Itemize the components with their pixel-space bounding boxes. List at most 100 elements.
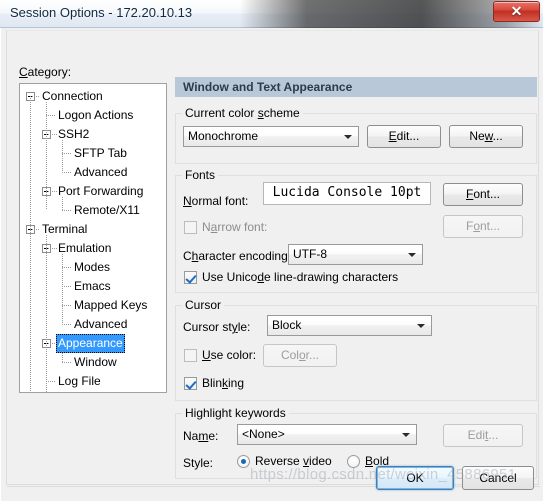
group-highlight-title: Highlight keywords	[182, 406, 289, 420]
tree-item-terminal[interactable]: Terminal	[20, 220, 166, 239]
tree-item-label: Emulation	[58, 241, 112, 255]
tree-item-window[interactable]: Window	[20, 353, 166, 372]
radio-dot	[347, 455, 360, 468]
tree-item-ssh2[interactable]: SSH2	[20, 125, 166, 144]
tree-item-label: Appearance	[56, 334, 125, 353]
tree-item-sftp-tab[interactable]: SFTP Tab	[20, 144, 166, 163]
tree-item-label: Remote/X11	[74, 203, 140, 217]
group-fonts-title: Fonts	[182, 168, 219, 182]
tree-connector	[46, 381, 56, 382]
tree-connector	[46, 191, 58, 192]
tree-item-label: Mapped Keys	[74, 298, 148, 312]
color-scheme-new-button[interactable]: New...	[449, 125, 523, 148]
color-scheme-edit-button[interactable]: Edit...	[367, 125, 441, 148]
color-scheme-value: Monochrome	[188, 129, 259, 143]
tree-connector	[46, 343, 58, 344]
tree-item-advanced[interactable]: Advanced	[20, 315, 166, 334]
color-button: Color...	[263, 344, 337, 367]
tree-connector	[46, 134, 58, 135]
tree-connector	[62, 362, 72, 363]
tree-item-label: Terminal	[42, 222, 88, 236]
tree-connector	[30, 96, 31, 392]
footer-divider	[7, 486, 540, 487]
tree-connector	[46, 235, 47, 392]
tree-connector	[62, 254, 63, 324]
blinking-label: Blinking	[202, 376, 245, 390]
ok-button[interactable]: OK	[376, 466, 454, 490]
category-tree[interactable]: Connection Logon Actions SSH2 SFTP Tab Advan…	[19, 83, 167, 393]
close-icon: ✕	[510, 3, 523, 19]
tree-item-label: Port Forwarding	[58, 184, 144, 198]
normal-font-label: Normal font:	[183, 194, 249, 208]
cursor-style-combo[interactable]: Block	[267, 315, 432, 336]
group-color-scheme-title: Current color scheme	[182, 106, 303, 120]
cursor-style-value: Block	[272, 318, 302, 332]
character-encoding-value: UTF-8	[293, 247, 327, 261]
tree-connector	[62, 210, 72, 211]
tree-item-emulation[interactable]: Emulation	[20, 239, 166, 258]
checkbox-box	[184, 271, 197, 284]
tree-connector	[62, 349, 63, 362]
radio-dot	[237, 455, 250, 468]
tree-connector	[62, 305, 72, 306]
tree-item-label: Advanced	[74, 317, 128, 331]
tree-item-advanced[interactable]: Advanced	[20, 163, 166, 182]
checkbox-box	[184, 377, 197, 390]
tree-connector	[46, 248, 58, 249]
character-encoding-label: Character encoding:	[183, 249, 292, 263]
tree-connector	[62, 197, 63, 210]
title-bar: Session Options - 172.20.10.13 ✕	[0, 0, 543, 28]
tree-item-label: Printing	[56, 391, 101, 392]
tree-connector	[30, 96, 40, 97]
tree-item-label: Window	[74, 355, 117, 369]
highlight-name-value: <None>	[242, 427, 285, 441]
tree-item-label: Advanced	[74, 165, 128, 179]
checkbox-box	[184, 221, 197, 234]
tree-connector	[62, 286, 72, 287]
tree-item-printing[interactable]: Printing	[20, 391, 166, 392]
tree-connector	[46, 102, 47, 210]
tree-connector	[30, 229, 40, 230]
tree-connector	[62, 324, 72, 325]
tree-item-label: Logon Actions	[58, 108, 134, 122]
character-encoding-combo[interactable]: UTF-8	[288, 244, 423, 265]
unicode-line-drawing-label: Use Unicode line-drawing characters	[202, 270, 399, 284]
window-title: Session Options - 172.20.10.13	[10, 5, 193, 20]
tree-connector	[62, 172, 72, 173]
normal-font-preview: Lucida Console 10pt	[263, 182, 431, 205]
tree-item-emacs[interactable]: Emacs	[20, 277, 166, 296]
checkbox-box	[184, 349, 197, 362]
tree-item-remote-x11[interactable]: Remote/X11	[20, 201, 166, 220]
normal-font-button[interactable]: Font...	[443, 183, 523, 206]
tree-connector	[62, 267, 72, 268]
tree-item-connection[interactable]: Connection	[20, 87, 166, 106]
cursor-style-label: Cursor style:	[183, 320, 251, 334]
tree-item-log-file[interactable]: Log File	[20, 372, 166, 391]
reverse-video-label: Reverse video	[255, 454, 332, 468]
tree-item-label: SFTP Tab	[74, 146, 127, 160]
appearance-panel: Window and Text Appearance Current color…	[175, 77, 537, 482]
panel-header: Window and Text Appearance	[175, 77, 537, 97]
tree-item-label: Modes	[74, 260, 111, 274]
tree-item-label: Log File	[58, 374, 101, 388]
tree-item-label: Emacs	[74, 279, 111, 293]
close-button[interactable]: ✕	[493, 1, 540, 22]
highlight-name-combo[interactable]: <None>	[237, 424, 417, 445]
use-color-label: Use color:	[202, 348, 257, 362]
highlight-style-label: Style:	[183, 456, 214, 470]
tree-item-mapped-keys[interactable]: Mapped Keys	[20, 296, 166, 315]
tree-item-modes[interactable]: Modes	[20, 258, 166, 277]
highlight-name-label: Name:	[183, 429, 219, 443]
tree-connector	[46, 115, 56, 116]
tree-connector	[62, 153, 72, 154]
dialog-inner-frame: Category: Connection Logon Actions SSH2 SFT…	[6, 30, 540, 487]
chevron-down-icon	[417, 324, 425, 328]
chevron-down-icon	[344, 135, 352, 139]
chevron-down-icon	[408, 253, 416, 257]
cancel-button[interactable]: Cancel	[462, 466, 534, 490]
tree-connector	[62, 140, 63, 172]
tree-item-appearance[interactable]: Appearance	[20, 334, 166, 353]
tree-item-logon-actions[interactable]: Logon Actions	[20, 106, 166, 125]
tree-item-port-forwarding[interactable]: Port Forwarding	[20, 182, 166, 201]
color-scheme-combo[interactable]: Monochrome	[183, 126, 359, 147]
